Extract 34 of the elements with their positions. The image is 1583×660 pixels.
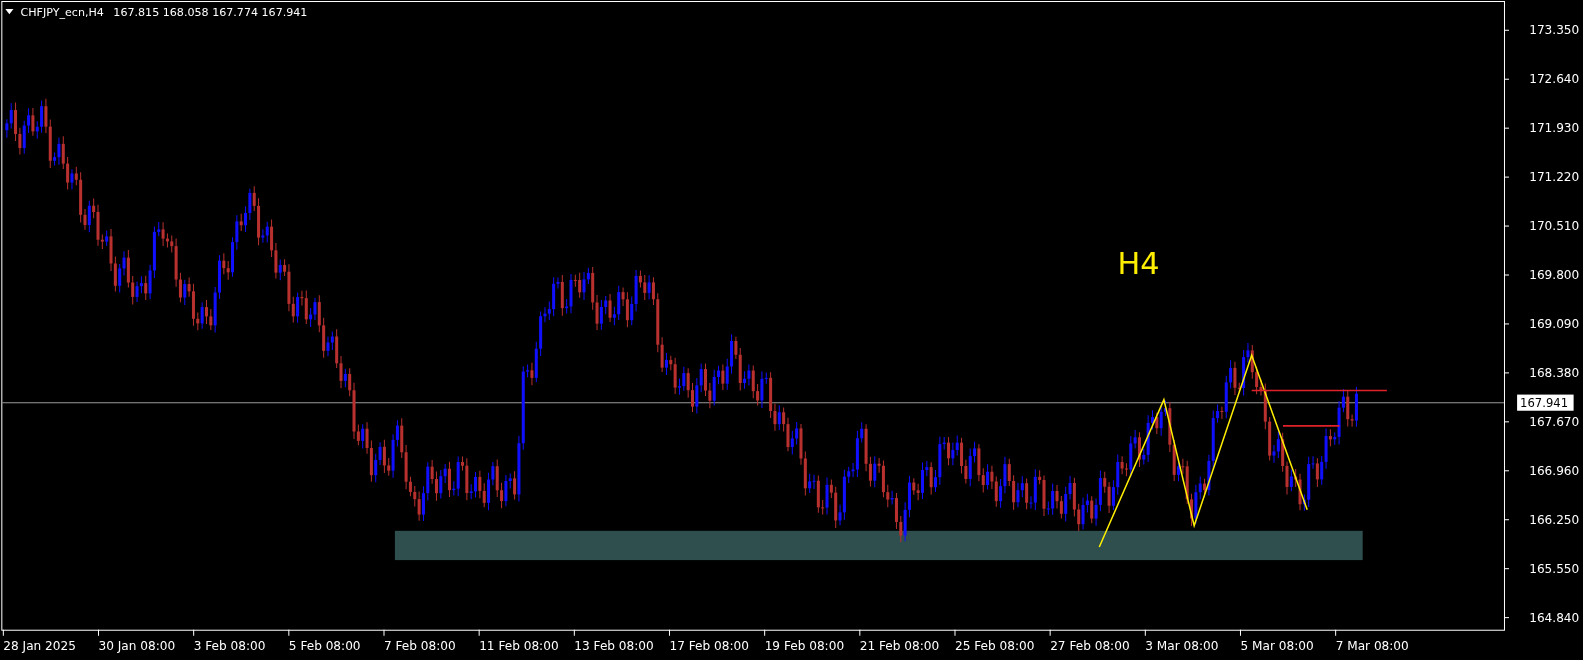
- time-label: 3 Mar 08:00: [1145, 638, 1219, 653]
- price-label: 170.510: [1529, 219, 1580, 234]
- time-label: 7 Mar 08:00: [1335, 638, 1409, 653]
- price-label: 171.930: [1529, 121, 1580, 136]
- timeframe-label: H4: [1117, 246, 1160, 282]
- time-label: 5 Feb 08:00: [288, 638, 361, 653]
- price-label: 166.250: [1529, 512, 1580, 527]
- price-label: 168.380: [1529, 365, 1580, 380]
- price-label: 166.960: [1529, 463, 1580, 478]
- price-label: 172.640: [1529, 72, 1580, 87]
- time-label: 3 Feb 08:00: [193, 638, 266, 653]
- time-label: 30 Jan 08:00: [98, 638, 176, 653]
- price-label: 165.550: [1529, 561, 1580, 576]
- resistance-line: [1282, 425, 1341, 427]
- time-label: 28 Jan 2025: [3, 638, 76, 653]
- time-label: 17 Feb 08:00: [669, 638, 749, 653]
- time-label: 21 Feb 08:00: [859, 638, 940, 653]
- time-label: 27 Feb 08:00: [1050, 638, 1130, 653]
- time-label: 5 Mar 08:00: [1240, 638, 1314, 653]
- symbol-title: CHFJPY_ecn,H4: [20, 6, 104, 20]
- time-label: 13 Feb 08:00: [574, 638, 654, 653]
- time-label: 11 Feb 08:00: [479, 638, 559, 653]
- time-label: 25 Feb 08:00: [955, 638, 1035, 653]
- ohlc-values: 167.815 168.058 167.774 167.941: [113, 6, 308, 20]
- price-label: 169.090: [1529, 317, 1580, 331]
- price-label: 173.350: [1529, 23, 1580, 38]
- price-label: 171.220: [1529, 170, 1580, 185]
- collapse-triangle-icon[interactable]: [5, 9, 14, 15]
- time-label: 7 Feb 08:00: [384, 638, 456, 653]
- current-price-tag: 167.941: [1517, 394, 1574, 411]
- price-label: 169.800: [1529, 268, 1580, 283]
- price-label: 167.670: [1529, 414, 1580, 429]
- price-label: 164.840: [1529, 610, 1580, 625]
- time-label: 19 Feb 08:00: [764, 638, 845, 653]
